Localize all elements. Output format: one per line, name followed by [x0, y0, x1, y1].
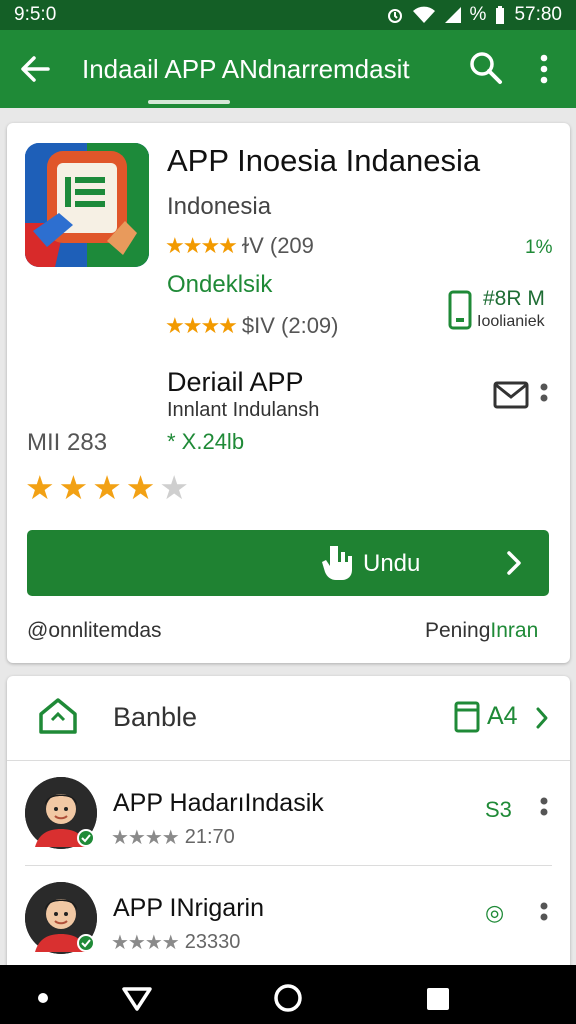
rating-stars-icon: ★★★★: [111, 932, 180, 954]
back-arrow-icon[interactable]: [18, 52, 52, 86]
list-item-title: APP INrigarin: [113, 894, 264, 922]
developer-link[interactable]: Ondeklsik: [167, 271, 272, 299]
more-vert-icon[interactable]: [539, 797, 549, 823]
home-outline-icon: [39, 698, 77, 734]
list-item-meta-text: 23330: [184, 931, 241, 953]
star-filled-icon: ★: [92, 469, 122, 506]
status-bar: 9:5:0 % 57:80: [0, 0, 576, 30]
more-vert-icon[interactable]: [539, 383, 549, 409]
nav-recents-button[interactable]: [424, 965, 452, 1024]
rating-number: MII 283: [27, 429, 108, 456]
nav-dot-button[interactable]: [34, 965, 52, 1024]
section-title: Banble: [113, 702, 198, 732]
section-count: A4: [487, 702, 518, 730]
app-bar: Indaail APP ANdnarremdasit: [0, 30, 576, 108]
detail-title: Deriail APP: [167, 367, 304, 397]
system-nav-bar: [0, 965, 576, 1024]
star-rating: ★ ★ ★ ★ ★: [25, 471, 189, 504]
circle-home-icon: [274, 984, 302, 1012]
list-item-right: ◎: [485, 900, 505, 925]
list-item[interactable]: APP HadarıIndasik ★★★★ 21:70 S3: [7, 761, 570, 865]
wifi-icon: [412, 6, 435, 23]
battery-icon: [496, 6, 505, 24]
verified-badge-icon: [77, 829, 95, 847]
rating-text: ɫV (209: [241, 233, 314, 258]
star-filled-icon: ★: [58, 469, 89, 506]
rating-row: ★★★★ ɫV (209: [165, 233, 314, 259]
avatar: [25, 882, 97, 954]
app-logo-icon: [25, 143, 149, 267]
status-time: 9:5:0: [14, 4, 57, 25]
battery-percent: %: [469, 4, 487, 25]
dot-icon: [38, 993, 48, 1003]
list-item-meta-text: 21:70: [184, 826, 235, 848]
rating-stars-icon: ★★★★: [165, 233, 238, 258]
list-item-title: APP HadarıIndasik: [113, 789, 324, 817]
install-label: Undu: [363, 550, 421, 577]
nav-back-button[interactable]: [120, 965, 154, 1024]
list-item-right: S3: [485, 797, 512, 822]
install-button[interactable]: Undu: [27, 530, 549, 596]
app-icon[interactable]: [25, 143, 149, 267]
star-filled-icon: ★: [25, 469, 55, 506]
more-vert-icon[interactable]: [532, 52, 556, 86]
size-value: #8R M: [483, 287, 545, 310]
page-title: Indaail APP ANdnarremdasit: [82, 54, 410, 84]
rating-stars-icon: ★★★★: [111, 827, 180, 849]
status-clock: 57:80: [514, 4, 562, 25]
list-item[interactable]: APP INrigarin ★★★★ 23330 ◎: [7, 866, 570, 970]
related-apps-card: Banble A4 APP HadarıIndasik ★★★★ 21:70 S…: [7, 676, 570, 976]
more-vert-icon[interactable]: [539, 902, 549, 928]
nav-home-button[interactable]: [272, 965, 304, 1024]
triangle-back-icon: [122, 987, 152, 1011]
rating-green-text: * X.24lb: [167, 429, 245, 454]
rating-row-2: ★★★★ $IV (2:09): [165, 313, 339, 339]
chevron-right-icon: [507, 551, 521, 575]
star-filled-icon: ★: [125, 469, 156, 506]
signal-icon: [444, 7, 461, 23]
chevron-right-icon[interactable]: [535, 706, 549, 730]
footer-right-link[interactable]: Inran: [490, 619, 538, 642]
rating-percent: 1%: [525, 237, 553, 258]
tab-indicator: [148, 100, 230, 104]
alarm-icon: [387, 9, 402, 23]
footer-right: PeningInran: [425, 619, 538, 643]
hand-icon: [322, 546, 352, 580]
detail-subtitle: Innlant Indulansh: [167, 399, 320, 421]
app-subtitle: Indonesia: [167, 193, 272, 220]
mail-icon[interactable]: [493, 381, 529, 409]
square-recents-icon: [427, 988, 449, 1010]
list-item-meta: ★★★★ 23330: [111, 930, 240, 955]
search-icon[interactable]: [468, 50, 504, 86]
list-item-meta: ★★★★ 21:70: [111, 825, 235, 850]
app-title: APP Inoesia Indanesia: [167, 143, 481, 178]
rating-stars-icon: ★★★★: [165, 313, 238, 338]
verified-badge-icon: [77, 934, 95, 952]
size-device-icon: [448, 290, 472, 330]
star-empty-icon: ★: [159, 469, 189, 506]
footer-handle[interactable]: @onnlitemdas: [27, 619, 162, 643]
size-label: Ioolianiek: [477, 313, 545, 330]
tablet-icon: [454, 701, 480, 733]
app-detail-card: APP Inoesia Indanesia Indonesia ★★★★ ɫV …: [7, 123, 570, 663]
avatar: [25, 777, 97, 849]
rating-text-2: $IV (2:09): [241, 313, 339, 338]
footer-right-prefix: Pening: [425, 619, 491, 642]
